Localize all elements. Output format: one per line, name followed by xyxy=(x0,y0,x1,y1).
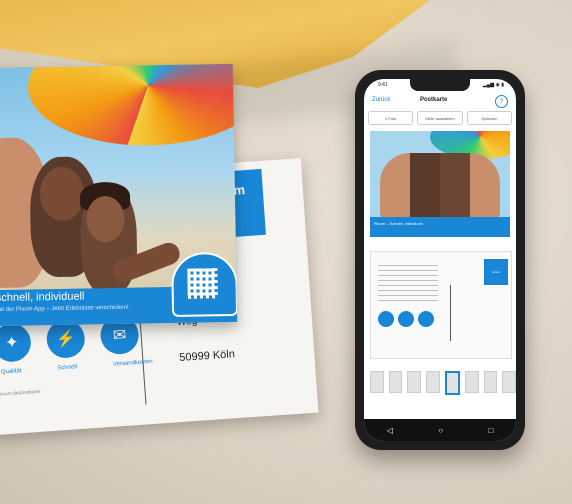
postcard-url: www.pixum.de/postkarte xyxy=(0,388,41,399)
preview-divider xyxy=(450,285,451,341)
toolbar-options[interactable]: Optionen xyxy=(466,111,512,125)
screen-title: Postkarte xyxy=(420,97,448,103)
address-city: 50999 Köln xyxy=(178,348,236,365)
system-nav-bar: ◁ ○ □ xyxy=(364,419,516,441)
qr-code xyxy=(187,268,218,299)
toolbar-select[interactable]: Mehr auswählen xyxy=(417,111,463,125)
page-thumbnail[interactable] xyxy=(407,371,421,393)
preview-brand: pixum xyxy=(484,259,508,285)
phone-notch xyxy=(410,79,470,91)
preview-text-lines xyxy=(378,261,438,301)
preview-icons xyxy=(378,311,434,327)
preview-shipping-icon xyxy=(418,311,434,327)
page-thumbnail[interactable] xyxy=(425,371,440,393)
preview-people xyxy=(380,153,500,219)
editor-toolbar: 1 Foto Mehr auswählen Optionen xyxy=(368,111,512,125)
preview-banner-text: Pixum – Schnell, individuell xyxy=(374,221,423,226)
page-thumbnail[interactable] xyxy=(370,371,384,393)
feature-labels: Qualität Schnell Versandkosten xyxy=(1,359,153,376)
postcard-front: schnell, individuell mit der Pixum App –… xyxy=(0,63,238,327)
page-thumbnail[interactable] xyxy=(465,371,479,393)
status-icons: ▂▄▆ ◉ ▮ xyxy=(482,82,504,88)
phone-screen: 9:41 ▂▄▆ ◉ ▮ Zurück Postkarte ? 1 Foto M… xyxy=(364,79,516,441)
help-icon[interactable]: ? xyxy=(495,95,508,108)
nav-recent-icon[interactable]: □ xyxy=(488,426,493,435)
preview-speed-icon xyxy=(398,311,414,327)
nav-back-icon[interactable]: ◁ xyxy=(387,426,393,435)
card-front-preview[interactable]: Pixum – Schnell, individuell xyxy=(370,131,510,237)
preview-banner xyxy=(370,217,510,237)
smartphone: 9:41 ▂▄▆ ◉ ▮ Zurück Postkarte ? 1 Foto M… xyxy=(355,70,525,450)
thumbnail-strip xyxy=(364,371,516,397)
postcard-divider xyxy=(138,309,147,405)
status-time: 9:41 xyxy=(378,82,388,88)
page-thumbnail[interactable] xyxy=(502,371,516,393)
back-button[interactable]: Zurück xyxy=(372,97,390,103)
nav-home-icon[interactable]: ○ xyxy=(438,426,443,435)
page-thumbnail[interactable] xyxy=(444,371,461,395)
toolbar-photo[interactable]: 1 Foto xyxy=(368,111,414,125)
preview-quality-icon xyxy=(378,311,394,327)
banner-title: schnell, individuell xyxy=(0,290,85,305)
photo-scene: pixum ein Weg 50999 Köln ✦ ⚡ ✉ Qualität … xyxy=(0,0,572,504)
feature-label: Qualität xyxy=(0,368,22,376)
feature-label: Schnell xyxy=(57,364,78,372)
page-thumbnail[interactable] xyxy=(483,371,498,393)
page-thumbnail[interactable] xyxy=(388,371,403,393)
feature-label: Versandkosten xyxy=(112,358,153,368)
quality-icon: ✦ xyxy=(0,322,33,363)
